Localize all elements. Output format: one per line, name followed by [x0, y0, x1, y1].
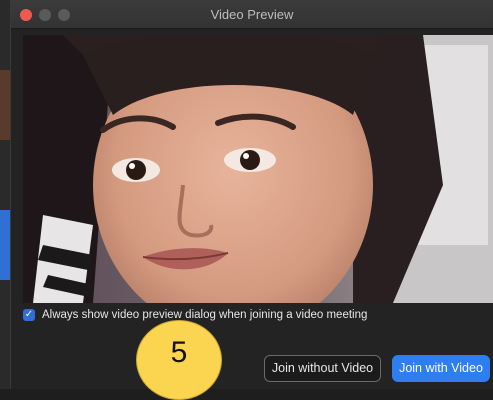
desktop-window-edge-blue [0, 210, 10, 280]
join-with-video-button[interactable]: Join with Video [392, 355, 490, 382]
window-title: Video Preview [210, 7, 294, 22]
title-bar: Video Preview [11, 0, 493, 29]
always-show-preview-option[interactable]: ✓ Always show video preview dialog when … [23, 309, 367, 321]
camera-feed-image [23, 35, 493, 303]
video-preview-window: Video Preview ✓ Always show video previe… [10, 0, 493, 389]
desktop-background [0, 0, 10, 389]
countdown-badge: 5 [136, 320, 222, 400]
join-without-video-button[interactable]: Join without Video [264, 355, 381, 382]
desktop-window-edge [0, 70, 10, 140]
video-preview-feed [23, 35, 493, 303]
always-show-preview-label: Always show video preview dialog when jo… [42, 309, 368, 321]
always-show-preview-checkbox[interactable]: ✓ [23, 309, 35, 321]
